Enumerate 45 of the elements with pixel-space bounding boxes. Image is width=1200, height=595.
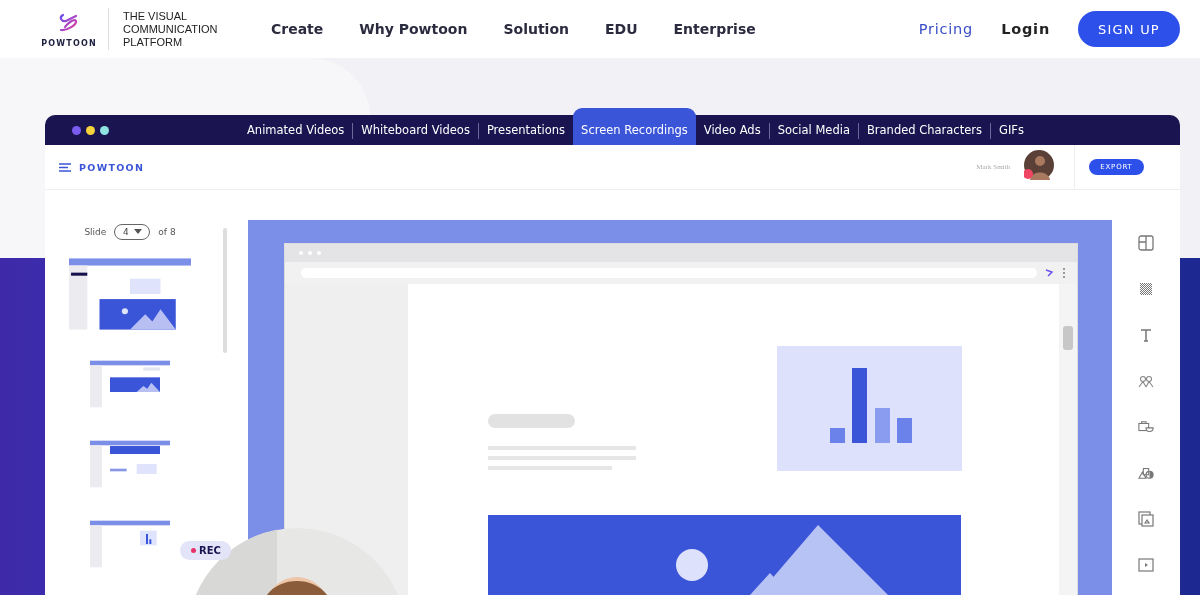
- category-tab[interactable]: Video Ads: [695, 115, 769, 145]
- slide-thumbnail[interactable]: [90, 438, 170, 490]
- sign-up-button[interactable]: SIGN UP: [1078, 11, 1180, 47]
- slide-select[interactable]: 4: [114, 223, 151, 240]
- extension-icon: [1045, 268, 1055, 278]
- chart-bar: [875, 408, 890, 443]
- scrollbar-thumb[interactable]: [1063, 326, 1073, 350]
- category-tab[interactable]: Screen Recordings: [573, 108, 696, 145]
- chart-bar: [897, 418, 912, 443]
- props-icon[interactable]: [1138, 419, 1154, 435]
- caret-icon: [133, 229, 142, 234]
- record-dot-icon: [191, 548, 196, 553]
- pricing-link[interactable]: Pricing: [918, 21, 974, 37]
- window-dots-icon: [72, 126, 109, 135]
- characters-icon[interactable]: [1138, 373, 1154, 389]
- logo-text: POWTOON: [41, 38, 97, 48]
- video-icon[interactable]: [1138, 557, 1154, 573]
- shapes-icon[interactable]: [1138, 465, 1154, 481]
- slide-thumbnail[interactable]: [90, 358, 170, 410]
- category-tab[interactable]: Whiteboard Videos: [353, 115, 478, 145]
- images-icon[interactable]: [1138, 511, 1154, 527]
- nav-link[interactable]: Solution: [503, 21, 569, 37]
- nav-link[interactable]: EDU: [605, 21, 638, 37]
- category-tab[interactable]: Animated Videos: [239, 115, 353, 145]
- texture-icon[interactable]: [1138, 281, 1154, 297]
- category-tab[interactable]: GIFs: [991, 115, 1032, 145]
- layout-icon[interactable]: [1138, 235, 1154, 251]
- chart-bar: [830, 428, 845, 443]
- slide-thumbnail[interactable]: [69, 258, 191, 330]
- tagline: THE VISUAL COMMUNICATION PLATFORM: [123, 9, 219, 49]
- slide-total: of 8: [158, 226, 176, 237]
- slide-thumbnail[interactable]: [90, 518, 170, 570]
- nav-link[interactable]: Create: [271, 21, 324, 37]
- category-tab[interactable]: Presentations: [478, 115, 574, 145]
- recording-badge: REC: [180, 541, 231, 560]
- nav-link[interactable]: Why Powtoon: [359, 21, 468, 37]
- category-tab[interactable]: Social Media: [769, 115, 858, 145]
- avatar-icon[interactable]: [1024, 150, 1054, 180]
- login-link[interactable]: Login: [1001, 21, 1050, 37]
- brand-logo: POWTOON: [79, 161, 145, 173]
- menu-icon[interactable]: [59, 162, 71, 172]
- text-icon[interactable]: [1138, 327, 1154, 343]
- category-tab[interactable]: Branded Characters: [858, 115, 990, 145]
- slide-label: Slide: [84, 226, 107, 237]
- nav-link[interactable]: Enterprise: [673, 21, 756, 37]
